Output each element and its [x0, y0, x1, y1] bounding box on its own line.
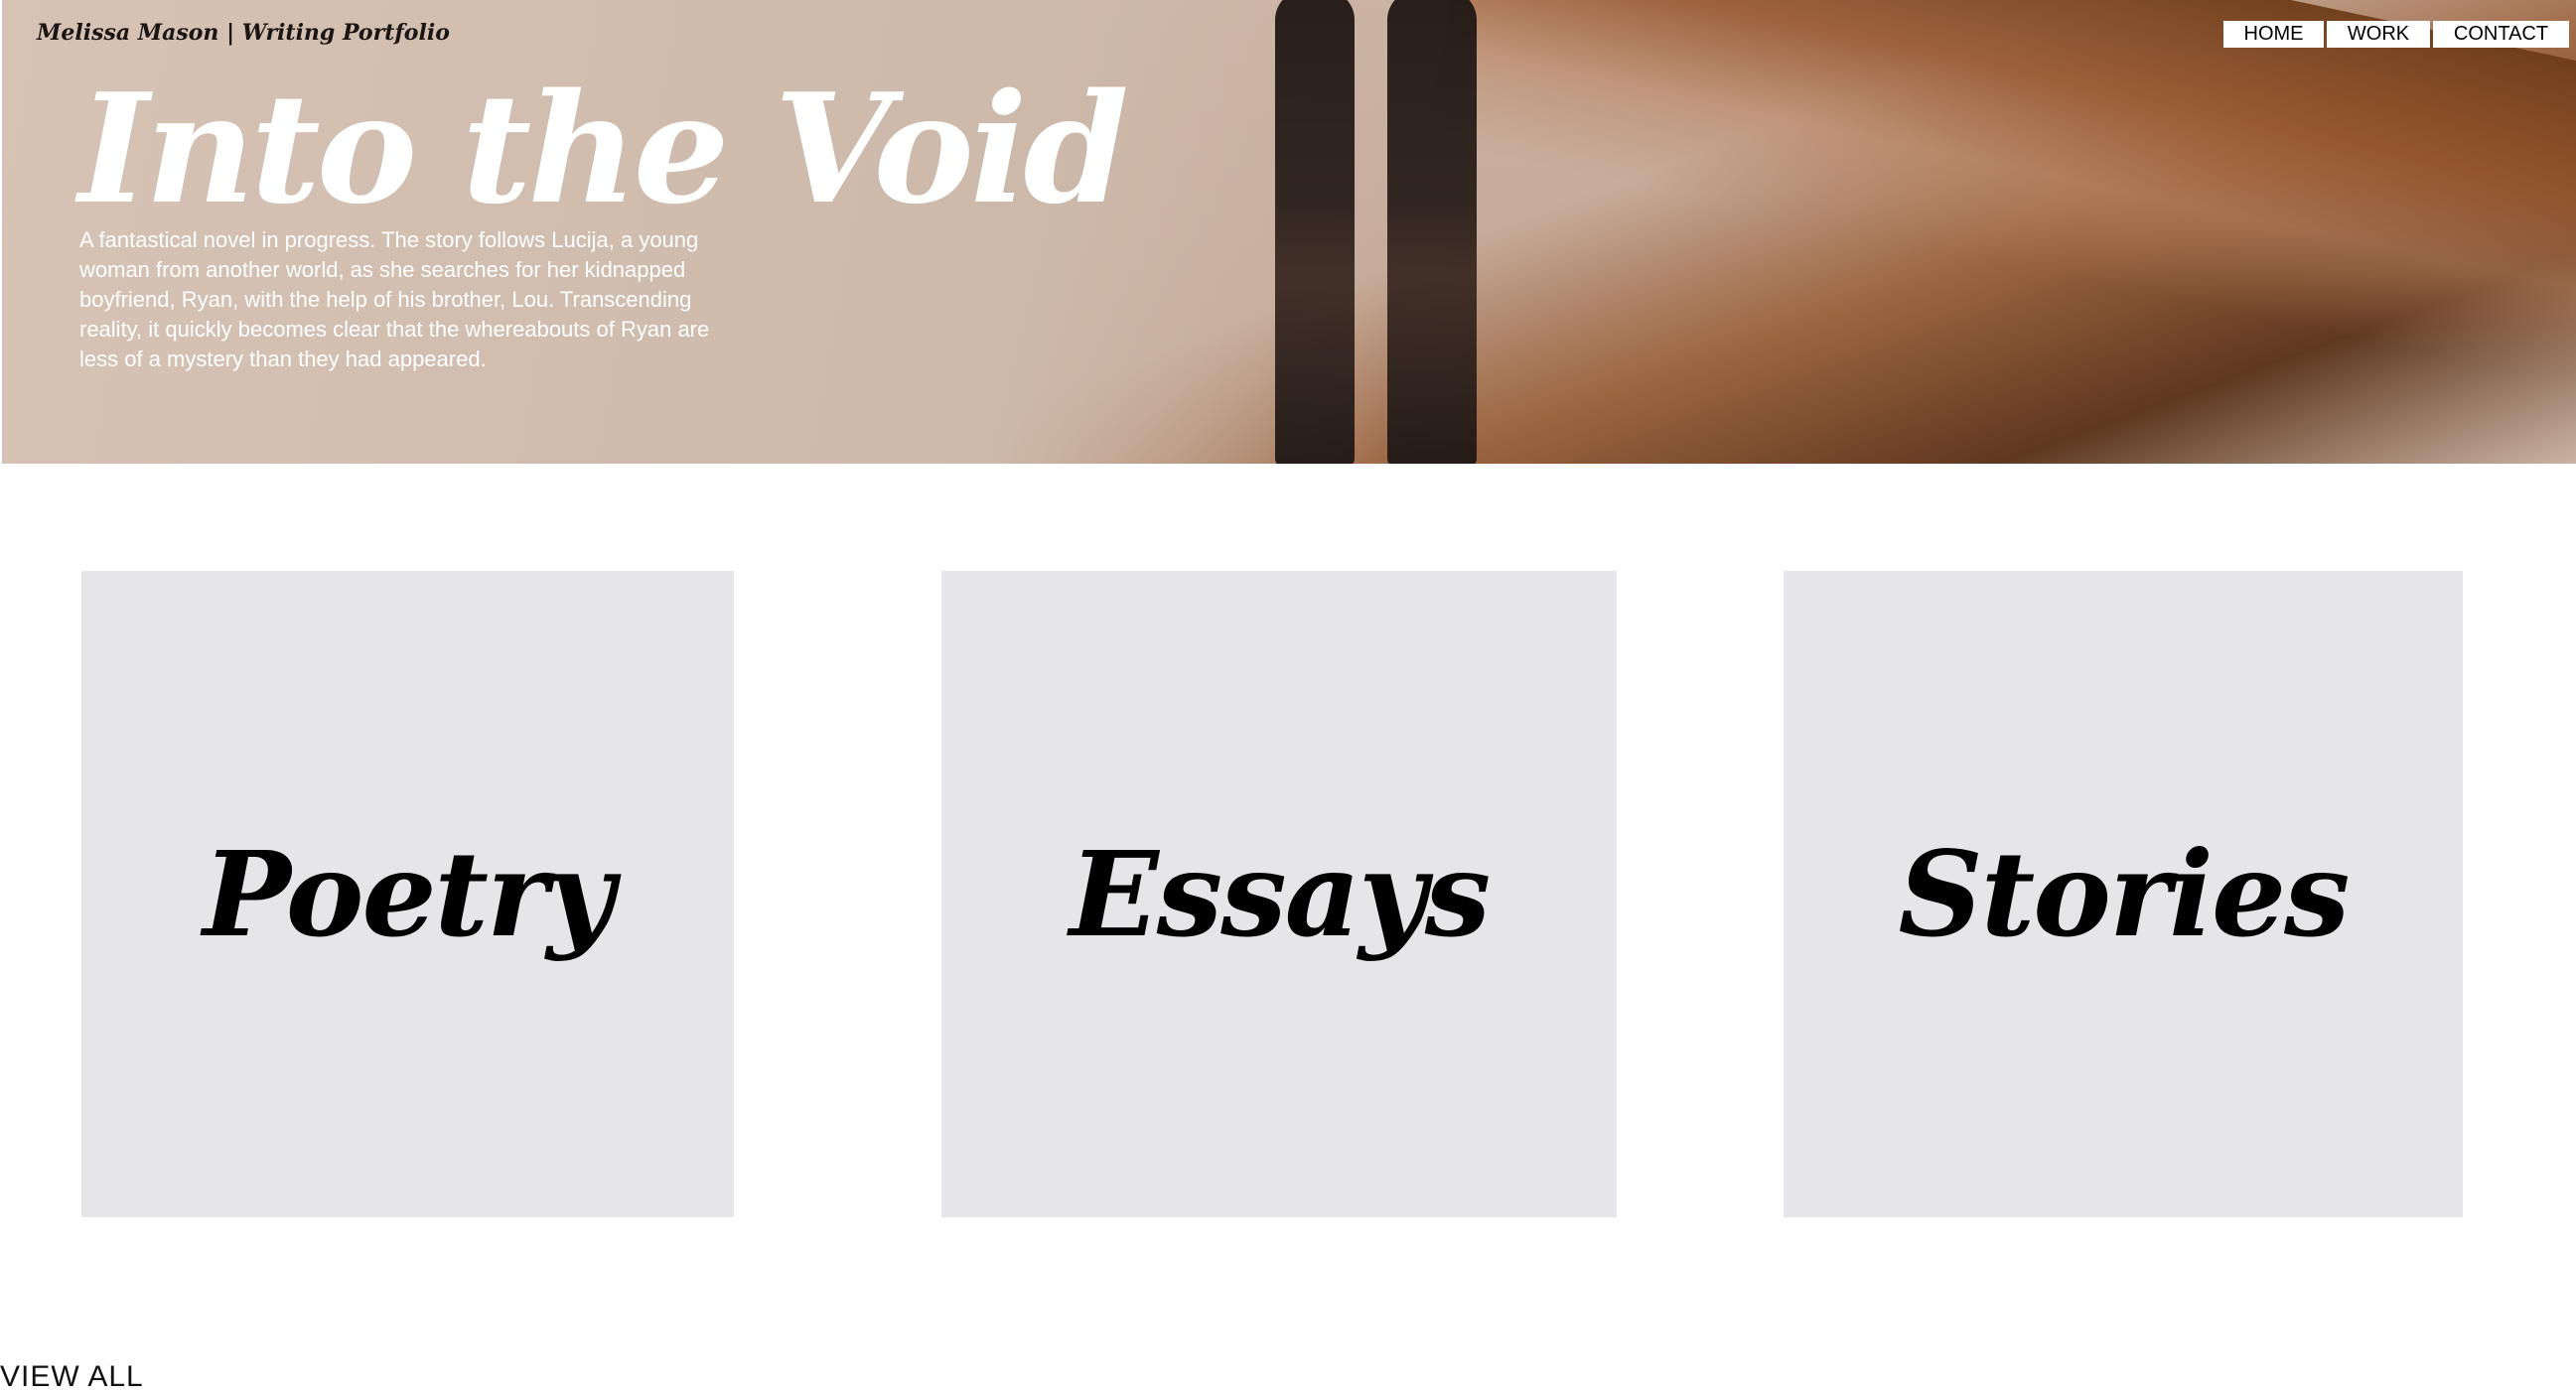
category-label: Stories: [1898, 825, 2351, 963]
hero-banner: Melissa Mason | Writing Portfolio HOME W…: [2, 0, 2576, 464]
site-brand[interactable]: Melissa Mason | Writing Portfolio: [37, 20, 450, 46]
main-nav: HOME WORK CONTACT: [2223, 21, 2569, 48]
hero-background-figure-leg: [1275, 0, 1355, 464]
category-card-essays[interactable]: Essays: [941, 571, 1617, 1217]
category-label: Essays: [1069, 825, 1491, 963]
category-card-stories[interactable]: Stories: [1784, 571, 2463, 1217]
view-all-link[interactable]: VIEW ALL: [0, 1360, 144, 1394]
hero-background-figure-leg: [1387, 0, 1477, 464]
hero-background-sand: [1422, 0, 2576, 409]
nav-home-link[interactable]: HOME: [2223, 21, 2324, 48]
nav-work-link[interactable]: WORK: [2327, 21, 2430, 48]
hero-description: A fantastical novel in progress. The sto…: [79, 227, 710, 371]
category-card-poetry[interactable]: Poetry: [81, 571, 734, 1217]
nav-contact-link[interactable]: CONTACT: [2433, 21, 2569, 48]
category-label: Poetry: [203, 825, 615, 963]
hero-title: Into the Void: [78, 60, 1129, 237]
